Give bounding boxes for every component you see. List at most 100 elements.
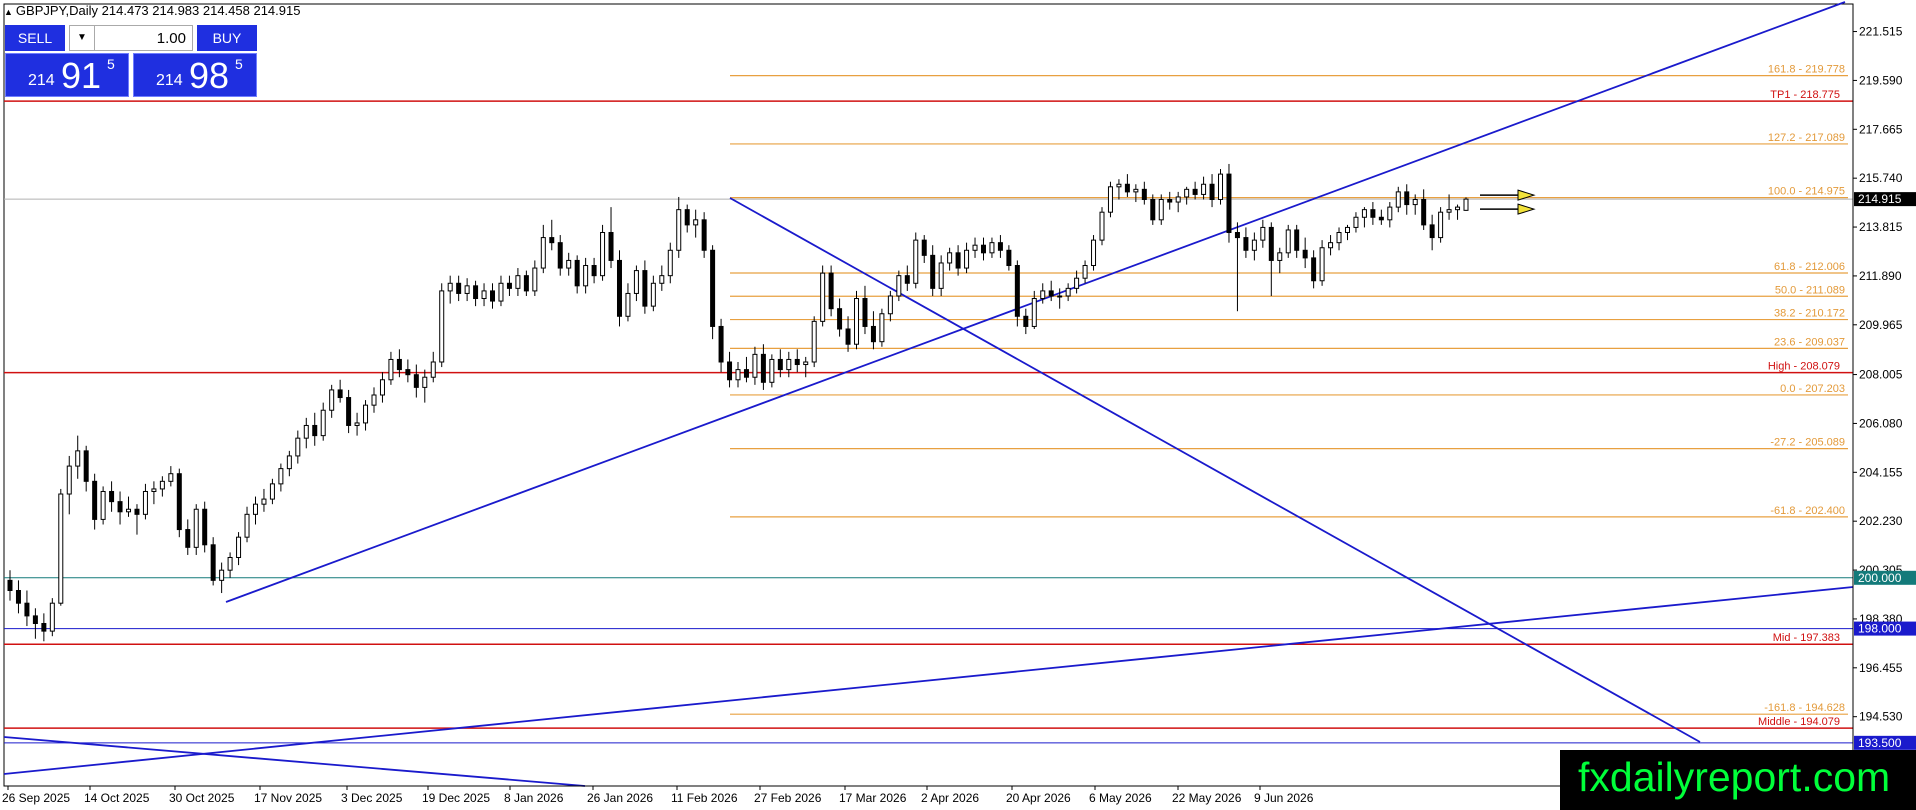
x-tick-label: 8 Jan 2026 (504, 791, 564, 805)
candle-body (989, 242, 995, 254)
candle-body (75, 450, 81, 467)
lot-dropdown-icon[interactable]: ▼ (70, 26, 95, 50)
candle-body (295, 437, 301, 457)
candle-body (540, 237, 546, 269)
level-price-tag-text: 198.000 (1858, 622, 1902, 636)
sell-price-button[interactable]: 214 91 5 (5, 53, 129, 97)
buy-price-big: 98 (189, 55, 230, 96)
candle-body (219, 569, 225, 581)
candle-body (49, 602, 55, 632)
y-tick-label: 219.590 (1859, 73, 1903, 87)
candle-body (1175, 196, 1181, 203)
candle-body (1319, 247, 1325, 282)
y-tick-label: 206.080 (1859, 416, 1903, 430)
candle-body (176, 473, 182, 531)
x-tick-label: 17 Nov 2025 (254, 791, 322, 805)
level-label: TP1 - 218.775 (1770, 89, 1840, 101)
signal-arrow-head-icon (1517, 203, 1536, 215)
y-tick-label: 202.230 (1859, 514, 1903, 528)
x-tick-label: 3 Dec 2025 (341, 791, 403, 805)
candle-body (1065, 287, 1071, 297)
candle-body (845, 328, 851, 345)
y-tick-label: 194.530 (1859, 710, 1903, 724)
candle-body (379, 379, 385, 396)
candle-body (786, 358, 792, 371)
candle-body (1353, 216, 1359, 228)
candle-body (41, 623, 47, 632)
x-tick-label: 17 Mar 2026 (839, 791, 907, 805)
candle-body (490, 290, 496, 302)
candle-body (760, 353, 766, 383)
candle-body (32, 615, 38, 625)
lot-size-input[interactable] (96, 28, 190, 48)
candle-body (997, 242, 1003, 251)
candle-body (523, 275, 529, 292)
candle-body (1209, 183, 1215, 201)
candle-body (854, 298, 860, 345)
buy-price-button[interactable]: 214 98 5 (133, 53, 257, 97)
y-tick-label: 209.965 (1859, 318, 1903, 332)
chart-header: ▲ GBPJPY,Daily 214.473 214.983 214.458 21… (4, 3, 300, 18)
candle-body (1150, 199, 1156, 221)
candle-body (1158, 199, 1164, 221)
candle-body (1116, 183, 1122, 188)
x-tick-label: 6 May 2026 (1089, 791, 1152, 805)
lot-size-stepper[interactable]: ▼ (69, 25, 193, 51)
candle-body (608, 232, 614, 261)
candle-body (227, 556, 233, 571)
candle-body (1277, 252, 1283, 261)
candle-body (456, 282, 462, 294)
candle-body (413, 374, 419, 388)
sell-price-prefix: 214 (28, 72, 55, 89)
fib-level-label: -161.8 - 194.628 (1764, 702, 1845, 714)
candle-body (210, 544, 216, 581)
candle-body (15, 590, 21, 604)
buy-button[interactable]: BUY (197, 25, 257, 51)
candle-body (913, 239, 919, 284)
x-tick-label: 2 Apr 2026 (921, 791, 979, 805)
sell-button[interactable]: SELL (5, 25, 65, 51)
candle-body (1006, 249, 1012, 267)
candle-body (1082, 265, 1088, 279)
candle-body (803, 361, 809, 366)
level-price-tag-text: 200.000 (1858, 571, 1902, 585)
candle-body (388, 358, 394, 381)
y-tick-label: 213.815 (1859, 220, 1903, 234)
candle-body (1057, 295, 1063, 298)
candle-body (430, 361, 436, 378)
candle-body (185, 529, 191, 548)
candle-body (1387, 206, 1393, 221)
candle-body (1048, 290, 1054, 297)
candle-body (422, 376, 428, 388)
candle-body (1040, 290, 1046, 300)
candle-body (83, 450, 89, 482)
candle-body (600, 232, 606, 277)
x-tick-label: 30 Oct 2025 (169, 791, 235, 805)
candle-body (117, 501, 123, 513)
y-tick-label: 217.665 (1859, 122, 1903, 136)
candle-body (710, 249, 716, 327)
candle-body (1361, 209, 1367, 218)
candle-body (1285, 229, 1291, 254)
candle-body (879, 313, 885, 343)
y-tick-label: 208.005 (1859, 368, 1903, 382)
level-label: Middle - 194.079 (1758, 716, 1840, 728)
candle-body (1243, 237, 1249, 251)
price-chart[interactable]: TP1 - 218.775 High - 208.079 Mid - 197.383… (0, 0, 1916, 810)
candle-body (591, 265, 597, 277)
candle-body (777, 358, 783, 371)
candle-body (828, 272, 834, 310)
candle-body (727, 361, 733, 381)
level-label: High - 208.079 (1768, 361, 1840, 373)
candle-body (650, 282, 656, 307)
candle-body (1184, 188, 1190, 198)
candle-body (515, 275, 521, 289)
candle-body (1463, 198, 1469, 211)
y-tick-label: 204.155 (1859, 465, 1903, 479)
candle-body (684, 209, 690, 226)
candle-body (1294, 229, 1300, 251)
collapse-triangle-icon[interactable]: ▲ (4, 7, 13, 17)
y-tick-label: 221.515 (1859, 25, 1903, 39)
y-tick-label: 211.890 (1859, 269, 1902, 283)
candle-body (236, 536, 242, 558)
